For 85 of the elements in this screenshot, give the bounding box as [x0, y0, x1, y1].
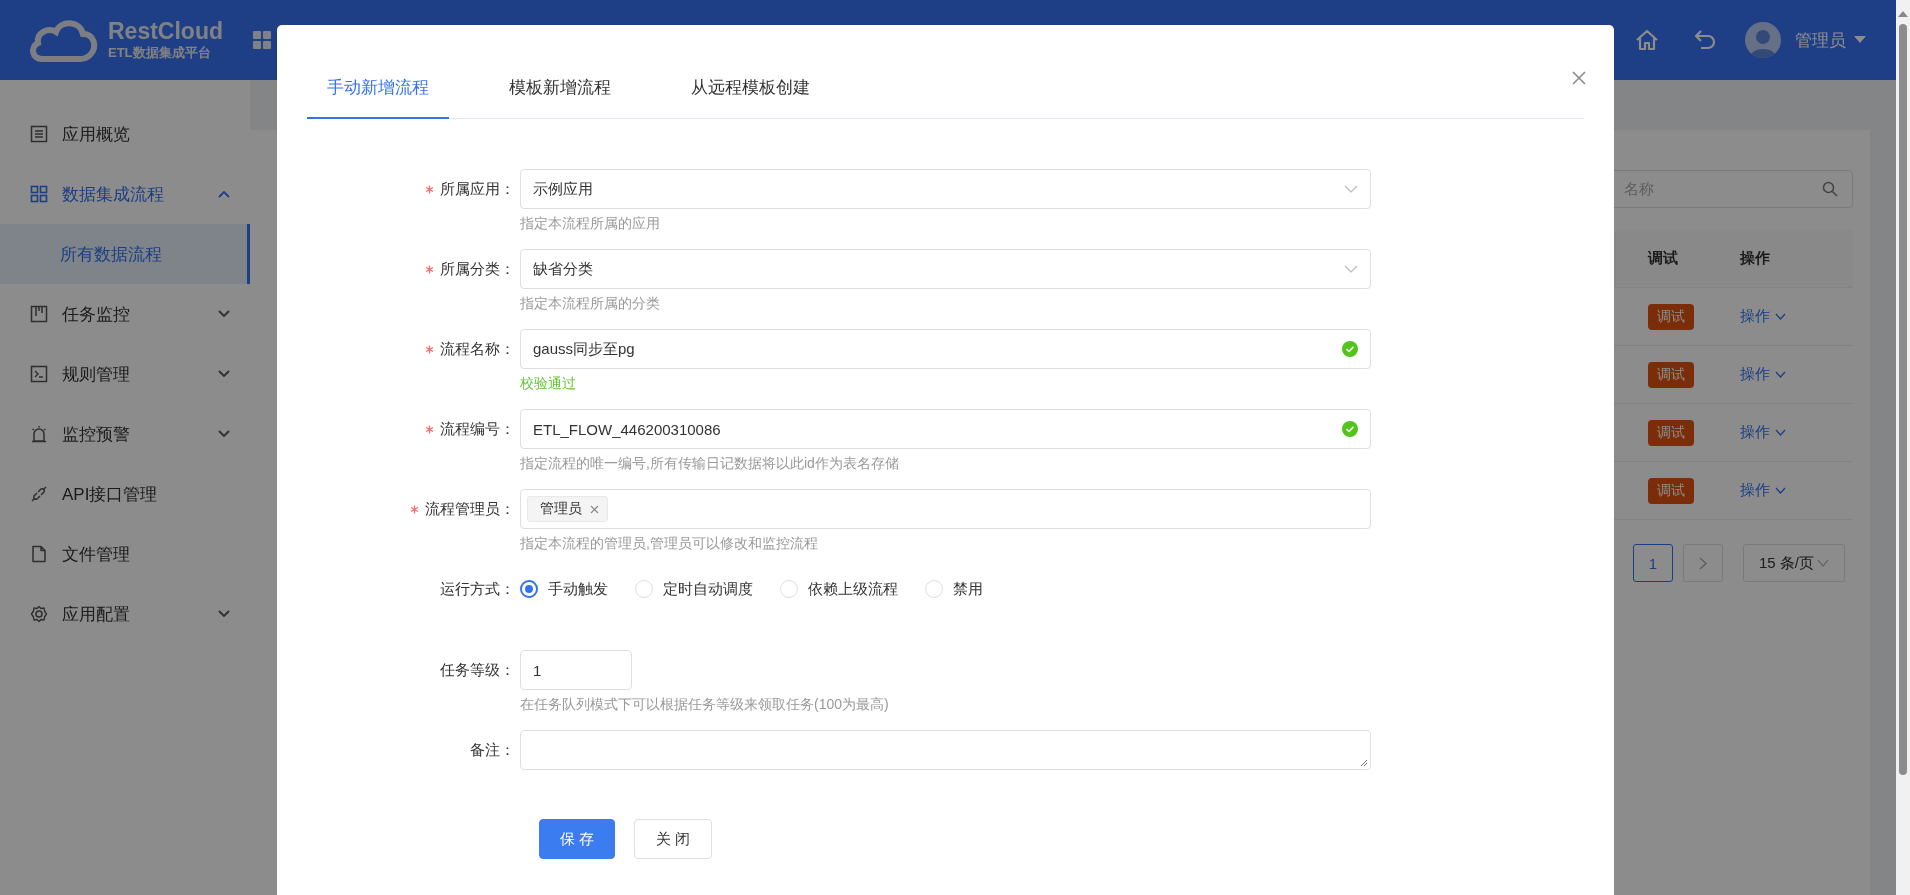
logo-subtitle: ETL数据集成平台 [108, 44, 212, 62]
tab[interactable]: 手动新增流程 [307, 63, 449, 119]
chevron-down-icon [1775, 313, 1786, 320]
action-dropdown[interactable]: 操作 [1740, 307, 1786, 326]
field-label: 所属分类： [440, 259, 515, 279]
field-label: 备注： [470, 740, 515, 760]
sidebar-item[interactable]: 应用概览 [0, 104, 250, 164]
radio-option[interactable]: 依赖上级流程 [780, 579, 898, 599]
chevron-down-icon [218, 430, 230, 438]
sidebar-item[interactable]: 任务监控 [0, 284, 250, 344]
search-icon [1822, 181, 1838, 197]
chevron-down-icon [1775, 429, 1786, 436]
action-dropdown[interactable]: 操作 [1740, 365, 1786, 384]
home-icon[interactable] [1635, 28, 1659, 52]
chevron-down-icon [218, 370, 230, 378]
chevron-down-icon [1775, 371, 1786, 378]
sidebar-item[interactable]: 文件管理 [0, 524, 250, 584]
list-icon [30, 125, 48, 143]
undo-icon[interactable] [1693, 28, 1717, 52]
chevron-down-icon [1775, 487, 1786, 494]
field-label: 流程编号： [440, 419, 515, 439]
sidebar-item[interactable]: 规则管理 [0, 344, 250, 404]
chevron-down-icon [218, 310, 230, 318]
field-label: 运行方式： [440, 579, 515, 599]
remark-field[interactable] [520, 730, 1371, 770]
field-hint: 指定本流程所属的应用 [520, 214, 661, 233]
debug-button[interactable]: 调试 [1648, 361, 1694, 388]
action-dropdown[interactable]: 操作 [1740, 423, 1786, 442]
field-hint: 指定流程的唯一编号,所有传输日记数据将以此id作为表名存储 [520, 454, 900, 473]
action-dropdown[interactable]: 操作 [1740, 481, 1786, 500]
alarm-icon [30, 425, 48, 443]
radio-option[interactable]: 手动触发 [520, 579, 608, 599]
field-hint: 指定本流程的管理员,管理员可以修改和监控流程 [520, 534, 819, 553]
chevron-down-icon [1344, 185, 1358, 193]
user-avatar[interactable] [1745, 22, 1781, 58]
user-name[interactable]: 管理员 [1795, 28, 1846, 52]
grid-icon [30, 185, 48, 203]
sidebar-item[interactable]: 应用配置 [0, 584, 250, 644]
scrollbar-thumb[interactable] [1899, 24, 1907, 775]
field-hint: 在任务队列模式下可以根据任务等级来领取任务(100为最高) [520, 695, 890, 714]
tags-field[interactable]: 管理员 [520, 489, 1371, 529]
radio-option[interactable]: 定时自动调度 [635, 579, 753, 599]
radio-option[interactable]: 禁用 [925, 579, 983, 599]
close-icon[interactable] [590, 504, 599, 514]
sidebar-subitem[interactable]: 所有数据流程 [0, 224, 250, 284]
chevron-right-icon [1699, 556, 1707, 570]
chevron-down-icon [218, 610, 230, 618]
chevron-down-icon [1344, 265, 1358, 273]
gear-icon [30, 605, 48, 623]
board-icon [30, 305, 48, 323]
debug-button[interactable]: 调试 [1648, 419, 1694, 446]
file-icon [30, 545, 48, 563]
sidebar-item[interactable]: 监控预警 [0, 404, 250, 464]
select-field[interactable]: 示例应用 [520, 169, 1371, 209]
logo-title: RestCloud [108, 18, 223, 44]
chevron-up-icon [218, 190, 230, 198]
page-size-select[interactable]: 15 条/页 [1743, 544, 1845, 582]
input-field[interactable]: gauss同步至pg [520, 329, 1371, 369]
scroll-up-icon[interactable] [1898, 10, 1908, 18]
field-label: 所属应用： [440, 179, 515, 199]
field-label: 流程名称： [440, 339, 515, 359]
save-button[interactable]: 保存 [539, 819, 615, 859]
link-icon [30, 485, 48, 503]
debug-button[interactable]: 调试 [1648, 303, 1694, 330]
chevron-down-icon [1817, 559, 1829, 567]
caret-down-icon[interactable] [1854, 36, 1866, 44]
validation-message: 校验通过 [520, 374, 577, 393]
input-field[interactable]: ETL_FLOW_446200310086 [520, 409, 1371, 449]
select-field[interactable]: 缺省分类 [520, 249, 1371, 289]
tab[interactable]: 从远程模板创建 [671, 63, 830, 119]
input-field[interactable]: 1 [520, 650, 632, 690]
sidebar-item[interactable]: 数据集成流程 [0, 164, 250, 224]
close-icon[interactable] [1572, 71, 1586, 85]
field-label: 流程管理员： [425, 499, 515, 519]
page-button[interactable]: 1 [1633, 544, 1673, 582]
terminal-icon [30, 365, 48, 383]
close-button[interactable]: 关闭 [634, 819, 712, 859]
user-tag: 管理员 [527, 496, 608, 522]
resize-handle-icon [1360, 759, 1368, 767]
tab[interactable]: 模板新增流程 [489, 63, 631, 119]
sidebar-item[interactable]: API接口管理 [0, 464, 250, 524]
field-hint: 指定本流程所属的分类 [520, 294, 661, 313]
field-label: 任务等级： [440, 660, 515, 680]
debug-button[interactable]: 调试 [1648, 477, 1694, 504]
apps-grid-icon[interactable] [253, 31, 271, 49]
